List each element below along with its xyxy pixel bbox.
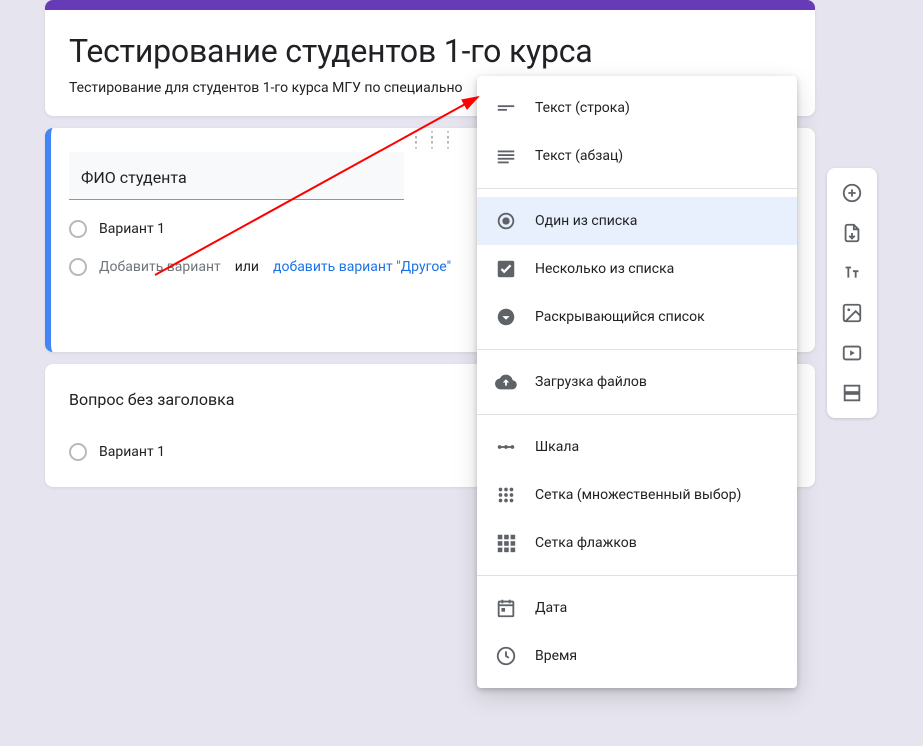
menu-item-label: Раскрывающийся список xyxy=(535,309,705,325)
or-label: или xyxy=(235,259,259,275)
time-icon xyxy=(495,645,517,667)
drag-handle-icon[interactable]: ⋮⋮⋮⋮⋮⋮ xyxy=(409,134,457,146)
menu-item-paragraph[interactable]: Текст (абзац) xyxy=(477,132,797,180)
paragraph-icon xyxy=(495,145,517,167)
menu-item-scale[interactable]: Шкала xyxy=(477,423,797,471)
grid-radio-icon xyxy=(495,484,517,506)
menu-item-label: Шкала xyxy=(535,439,579,455)
option-label[interactable]: Вариант 1 xyxy=(99,221,165,237)
add-question-button[interactable] xyxy=(833,174,871,212)
side-toolbar xyxy=(827,168,877,418)
menu-item-upload[interactable]: Загрузка файлов xyxy=(477,358,797,406)
form-title[interactable]: Тестирование студентов 1-го курса xyxy=(69,32,791,70)
scale-icon xyxy=(495,436,517,458)
menu-item-date[interactable]: Дата xyxy=(477,584,797,632)
upload-icon xyxy=(495,371,517,393)
menu-item-label: Дата xyxy=(535,600,567,616)
menu-item-label: Один из списка xyxy=(535,213,637,229)
checkbox-icon xyxy=(495,258,517,280)
menu-item-label: Несколько из списка xyxy=(535,261,674,277)
menu-item-dropdown[interactable]: Раскрывающийся список xyxy=(477,293,797,341)
option-label: Вариант 1 xyxy=(99,444,165,460)
question-title-input[interactable] xyxy=(69,152,404,200)
menu-item-radio[interactable]: Один из списка xyxy=(477,197,797,245)
menu-item-label: Сетка флажков xyxy=(535,535,637,551)
menu-item-checkbox[interactable]: Несколько из списка xyxy=(477,245,797,293)
menu-item-label: Текст (абзац) xyxy=(535,148,623,164)
add-title-button[interactable] xyxy=(833,254,871,292)
radio-icon xyxy=(69,220,87,238)
menu-item-label: Время xyxy=(535,648,577,664)
menu-item-time[interactable]: Время xyxy=(477,632,797,680)
radio-icon xyxy=(495,210,517,232)
menu-separator xyxy=(477,414,797,415)
date-icon xyxy=(495,597,517,619)
menu-separator xyxy=(477,349,797,350)
dropdown-icon xyxy=(495,306,517,328)
short-text-icon xyxy=(495,97,517,119)
radio-icon xyxy=(69,258,87,276)
add-other-button[interactable]: добавить вариант "Другое" xyxy=(273,259,451,275)
menu-item-label: Сетка (множественный выбор) xyxy=(535,487,741,503)
radio-icon xyxy=(69,443,87,461)
menu-item-label: Текст (строка) xyxy=(535,100,630,116)
add-image-button[interactable] xyxy=(833,294,871,332)
menu-separator xyxy=(477,188,797,189)
add-section-button[interactable] xyxy=(833,374,871,412)
menu-item-grid-check[interactable]: Сетка флажков xyxy=(477,519,797,567)
menu-item-short-text[interactable]: Текст (строка) xyxy=(477,84,797,132)
add-video-button[interactable] xyxy=(833,334,871,372)
grid-check-icon xyxy=(495,532,517,554)
import-questions-button[interactable] xyxy=(833,214,871,252)
menu-item-grid-radio[interactable]: Сетка (множественный выбор) xyxy=(477,471,797,519)
menu-item-label: Загрузка файлов xyxy=(535,374,647,390)
question-type-menu: Текст (строка) Текст (абзац) Один из спи… xyxy=(477,76,797,688)
menu-separator xyxy=(477,575,797,576)
add-option-label[interactable]: Добавить вариант xyxy=(99,259,221,275)
